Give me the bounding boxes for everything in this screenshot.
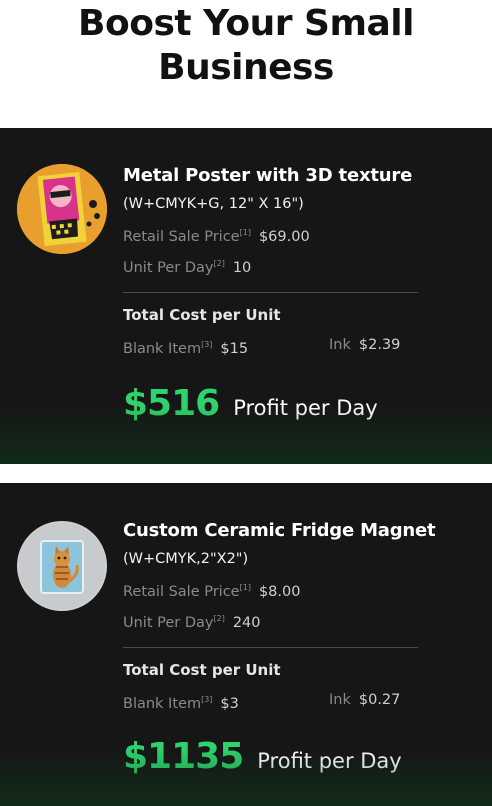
total-cost-title: Total Cost per Unit: [123, 661, 281, 679]
product-spec: (W+CMYK,2"X2"): [123, 551, 249, 567]
footnote-1: [1]: [239, 583, 251, 592]
product-spec: (W+CMYK+G, 12" X 16"): [123, 196, 304, 212]
headline-line-1: Boost Your Small: [78, 3, 414, 44]
product-card-metal-poster: Metal Poster with 3D texture (W+CMYK+G, …: [0, 128, 492, 464]
cost-row: Blank Item[3] $3 Ink $0.27: [123, 689, 418, 712]
units-per-day-label: Unit Per Day[2]: [123, 259, 225, 276]
product-info: Metal Poster with 3D texture (W+CMYK+G, …: [123, 162, 418, 357]
profit-value: $516: [123, 383, 220, 424]
footnote-3: [3]: [201, 695, 213, 704]
retail-price-value: $69.00: [258, 229, 310, 245]
ink-value: $0.27: [358, 692, 401, 708]
fridge-magnet-cat-thumbnail: [17, 521, 107, 611]
product-info: Custom Ceramic Fridge Magnet (W+CMYK,2"X…: [123, 517, 436, 712]
retail-price-value: $8.00: [258, 584, 301, 600]
blank-item-label: Blank Item[3]: [123, 695, 213, 712]
blank-item-value: $15: [220, 341, 249, 357]
page-headline: Boost Your Small Business: [0, 0, 492, 128]
retail-price-label: Retail Sale Price[1]: [123, 228, 251, 245]
footnote-3: [3]: [201, 340, 213, 349]
profit-label: Profit per Day: [257, 749, 402, 773]
product-card-fridge-magnet: Custom Ceramic Fridge Magnet (W+CMYK,2"X…: [0, 483, 492, 806]
units-per-day-row: Unit Per Day[2] 10: [123, 253, 418, 279]
profit-per-day: $1135 Profit per Day: [123, 733, 402, 785]
retail-price-row: Retail Sale Price[1] $69.00: [123, 222, 418, 248]
retail-price-row: Retail Sale Price[1] $8.00: [123, 577, 418, 603]
units-per-day-value: 240: [232, 615, 261, 631]
ink-cost: Ink $0.27: [329, 689, 400, 711]
product-title: Metal Poster with 3D texture: [123, 165, 413, 186]
blank-item-label: Blank Item[3]: [123, 340, 213, 357]
footnote-2: [2]: [213, 614, 225, 623]
units-per-day-label: Unit Per Day[2]: [123, 614, 225, 631]
blank-item-value: $3: [220, 696, 239, 712]
ink-label: Ink: [329, 692, 351, 708]
ink-label: Ink: [329, 337, 351, 353]
ink-value: $2.39: [358, 337, 401, 353]
metal-poster-thumbnail: [17, 164, 107, 254]
retail-price-label: Retail Sale Price[1]: [123, 583, 251, 600]
headline-line-2: Business: [158, 47, 334, 88]
profit-value: $1135: [123, 736, 244, 777]
divider: [123, 292, 418, 293]
profit-per-day: $516 Profit per Day: [123, 380, 378, 432]
total-cost-title: Total Cost per Unit: [123, 306, 281, 324]
divider: [123, 647, 418, 648]
profit-label: Profit per Day: [233, 396, 378, 420]
footnote-2: [2]: [213, 259, 225, 268]
footnote-1: [1]: [239, 228, 251, 237]
cost-row: Blank Item[3] $15 Ink $2.39: [123, 334, 418, 357]
units-per-day-row: Unit Per Day[2] 240: [123, 608, 418, 634]
units-per-day-value: 10: [232, 260, 252, 276]
ink-cost: Ink $2.39: [329, 334, 400, 356]
product-title: Custom Ceramic Fridge Magnet: [123, 520, 436, 541]
